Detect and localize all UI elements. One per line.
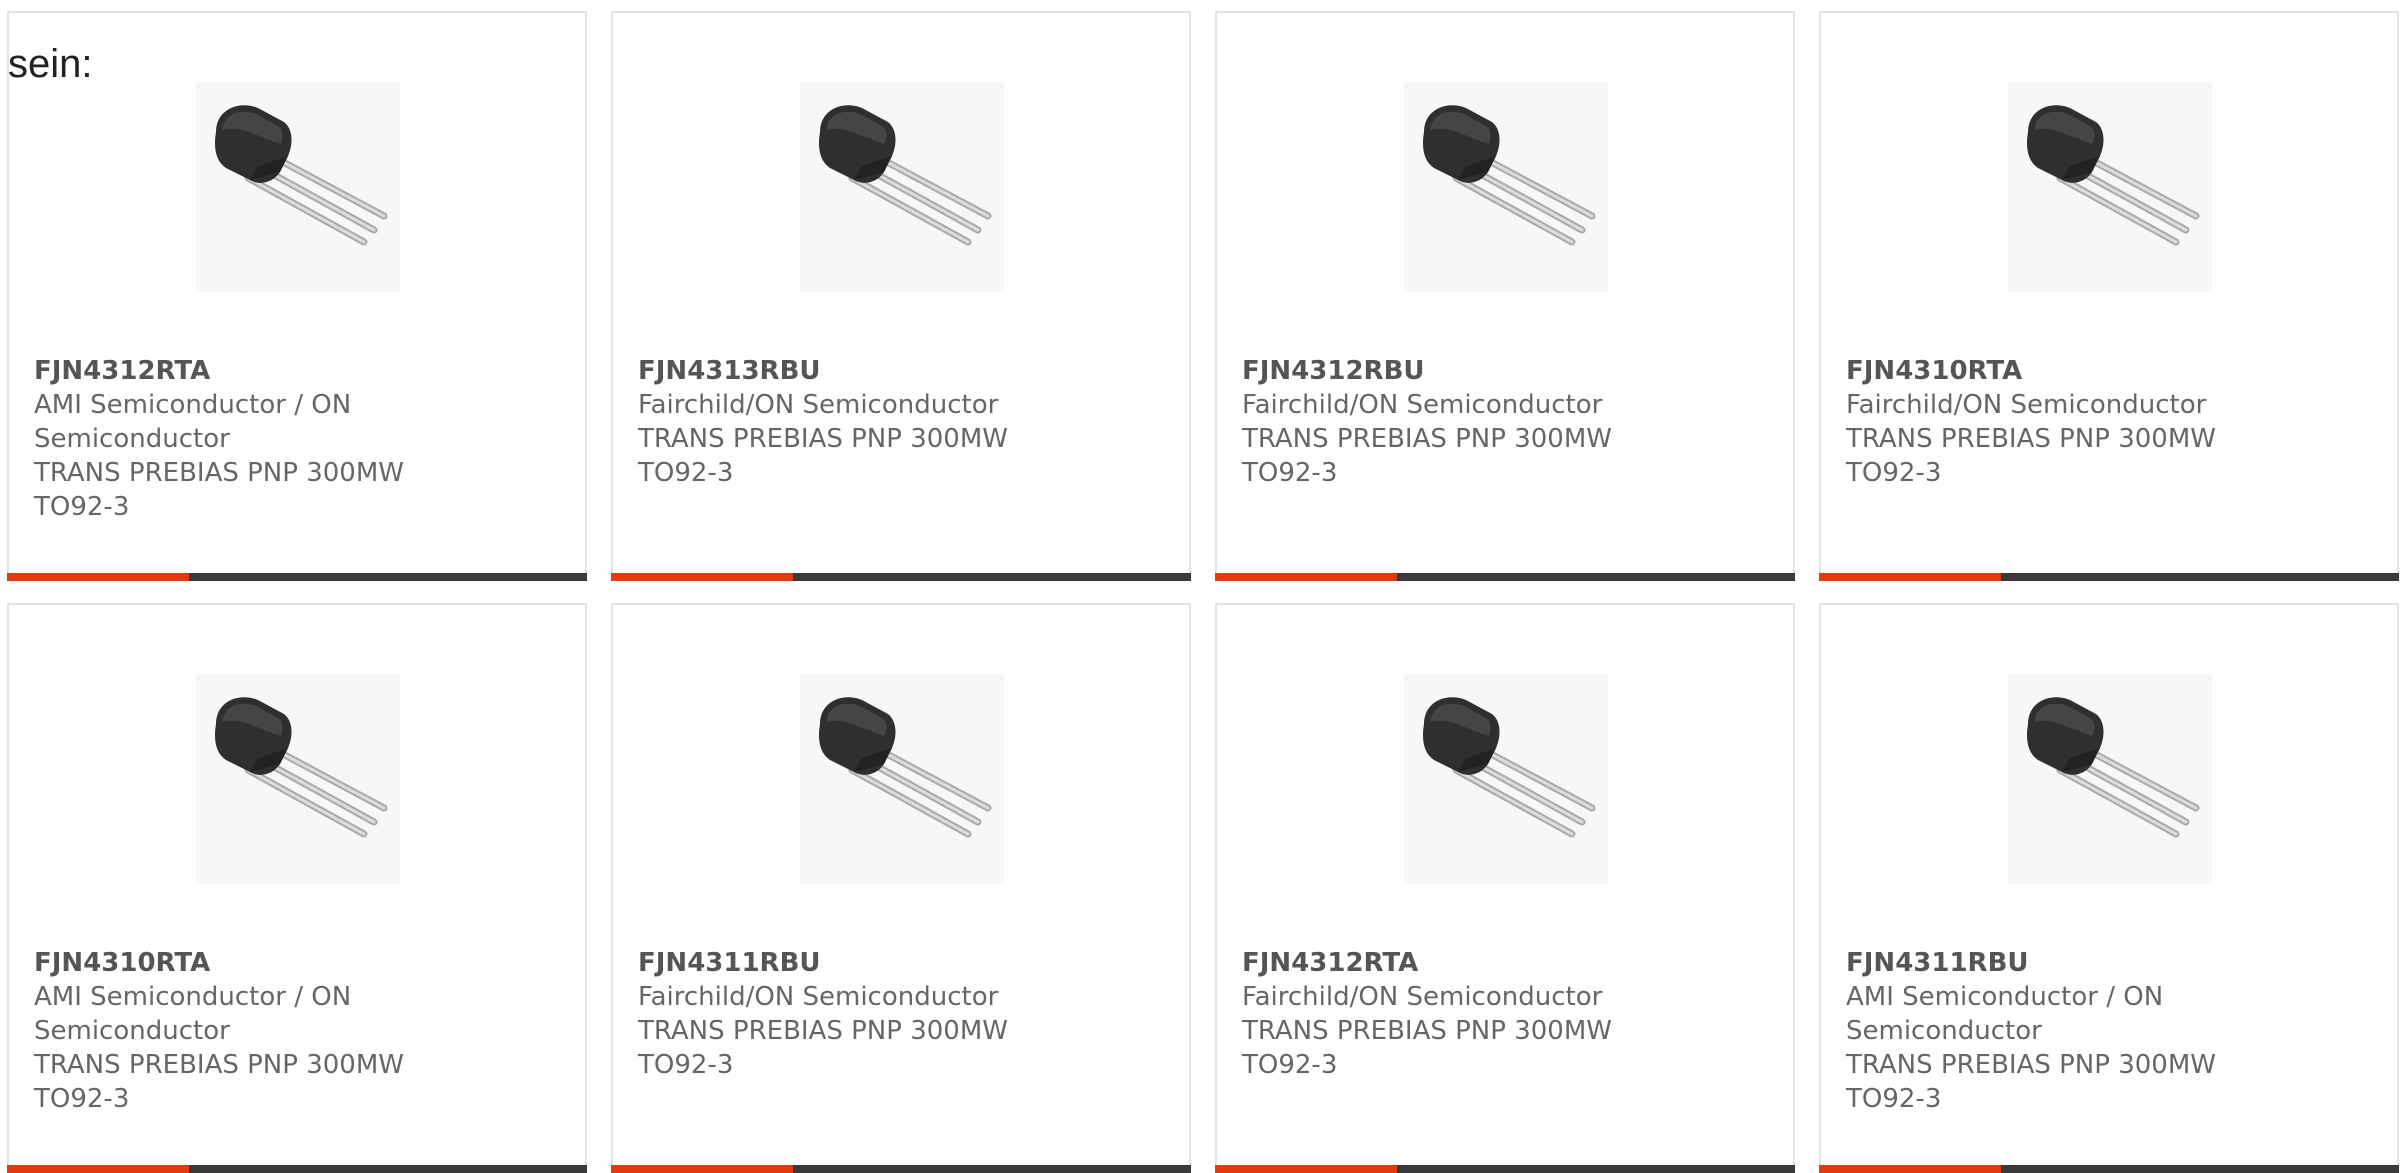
product-image[interactable] — [1404, 674, 1608, 884]
part-number[interactable]: FJN4310RTA — [1846, 354, 2236, 388]
product-card[interactable]: FJN4312RBU Fairchild/ON Semiconductor TR… — [1215, 11, 1795, 581]
card-accent-bar — [611, 573, 793, 581]
product-image[interactable] — [2008, 82, 2212, 292]
part-number[interactable]: FJN4311RBU — [1846, 946, 2236, 980]
part-number[interactable]: FJN4312RTA — [34, 354, 424, 388]
card-footer-bar — [1819, 573, 2399, 581]
card-accent-bar — [7, 1165, 189, 1173]
card-accent-bar — [1819, 1165, 2001, 1173]
part-number[interactable]: FJN4311RBU — [638, 946, 1028, 980]
product-image[interactable] — [800, 82, 1004, 292]
product-card[interactable]: FJN4311RBU AMI Semiconductor / ON Semico… — [1819, 603, 2399, 1173]
transistor-to92-image — [1404, 674, 1608, 884]
card-footer-bar — [611, 573, 1191, 581]
product-card[interactable]: FJN4311RBU Fairchild/ON Semiconductor TR… — [611, 603, 1191, 1173]
transistor-to92-image — [800, 82, 1004, 292]
transistor-to92-image — [800, 674, 1004, 884]
product-image[interactable] — [196, 82, 400, 292]
product-image[interactable] — [2008, 674, 2212, 884]
card-accent-bar — [1215, 573, 1397, 581]
product-card[interactable]: FJN4312RTA AMI Semiconductor / ON Semico… — [7, 11, 587, 581]
product-card[interactable]: FJN4310RTA Fairchild/ON Semiconductor TR… — [1819, 11, 2399, 581]
product-description: TRANS PREBIAS PNP 300MW TO92-3 — [1846, 424, 2216, 488]
product-image[interactable] — [196, 674, 400, 884]
product-description: TRANS PREBIAS PNP 300MW TO92-3 — [638, 1016, 1008, 1080]
card-accent-bar — [1819, 573, 2001, 581]
part-number[interactable]: FJN4312RBU — [1242, 354, 1632, 388]
card-footer-bar — [7, 1165, 587, 1173]
transistor-to92-image — [196, 674, 400, 884]
product-description: TRANS PREBIAS PNP 300MW TO92-3 — [1846, 1050, 2216, 1114]
product-description: TRANS PREBIAS PNP 300MW TO92-3 — [1242, 1016, 1612, 1080]
transistor-to92-image — [2008, 82, 2212, 292]
product-info: FJN4311RBU Fairchild/ON Semiconductor TR… — [638, 946, 1028, 1082]
product-grid: FJN4312RTA AMI Semiconductor / ON Semico… — [7, 11, 2400, 1173]
product-info: FJN4312RTA AMI Semiconductor / ON Semico… — [34, 354, 424, 524]
transistor-to92-image — [196, 82, 400, 292]
product-info: FJN4312RTA Fairchild/ON Semiconductor TR… — [1242, 946, 1632, 1082]
product-description: TRANS PREBIAS PNP 300MW TO92-3 — [1242, 424, 1612, 488]
product-image[interactable] — [1404, 82, 1608, 292]
card-accent-bar — [1215, 1165, 1397, 1173]
card-footer-bar — [1819, 1165, 2399, 1173]
product-card[interactable]: FJN4313RBU Fairchild/ON Semiconductor TR… — [611, 11, 1191, 581]
product-description: TRANS PREBIAS PNP 300MW TO92-3 — [34, 458, 404, 522]
card-footer-bar — [7, 573, 587, 581]
product-description: TRANS PREBIAS PNP 300MW TO92-3 — [638, 424, 1008, 488]
product-card[interactable]: FJN4310RTA AMI Semiconductor / ON Semico… — [7, 603, 587, 1173]
manufacturer: Fairchild/ON Semiconductor — [638, 390, 999, 420]
product-info: FJN4312RBU Fairchild/ON Semiconductor TR… — [1242, 354, 1632, 490]
product-info: FJN4313RBU Fairchild/ON Semiconductor TR… — [638, 354, 1028, 490]
product-info: FJN4310RTA AMI Semiconductor / ON Semico… — [34, 946, 424, 1116]
product-image[interactable] — [800, 674, 1004, 884]
manufacturer: AMI Semiconductor / ON Semiconductor — [34, 982, 352, 1046]
card-footer-bar — [611, 1165, 1191, 1173]
intro-text: sein: — [8, 42, 93, 86]
product-card[interactable]: FJN4312RTA Fairchild/ON Semiconductor TR… — [1215, 603, 1795, 1173]
part-number[interactable]: FJN4312RTA — [1242, 946, 1632, 980]
part-number[interactable]: FJN4313RBU — [638, 354, 1028, 388]
manufacturer: AMI Semiconductor / ON Semiconductor — [34, 390, 352, 454]
product-info: FJN4310RTA Fairchild/ON Semiconductor TR… — [1846, 354, 2236, 490]
product-description: TRANS PREBIAS PNP 300MW TO92-3 — [34, 1050, 404, 1114]
card-accent-bar — [611, 1165, 793, 1173]
transistor-to92-image — [2008, 674, 2212, 884]
manufacturer: AMI Semiconductor / ON Semiconductor — [1846, 982, 2164, 1046]
card-footer-bar — [1215, 573, 1795, 581]
part-number[interactable]: FJN4310RTA — [34, 946, 424, 980]
transistor-to92-image — [1404, 82, 1608, 292]
product-info: FJN4311RBU AMI Semiconductor / ON Semico… — [1846, 946, 2236, 1116]
card-footer-bar — [1215, 1165, 1795, 1173]
manufacturer: Fairchild/ON Semiconductor — [1242, 982, 1603, 1012]
manufacturer: Fairchild/ON Semiconductor — [1242, 390, 1603, 420]
manufacturer: Fairchild/ON Semiconductor — [638, 982, 999, 1012]
manufacturer: Fairchild/ON Semiconductor — [1846, 390, 2207, 420]
card-accent-bar — [7, 573, 189, 581]
